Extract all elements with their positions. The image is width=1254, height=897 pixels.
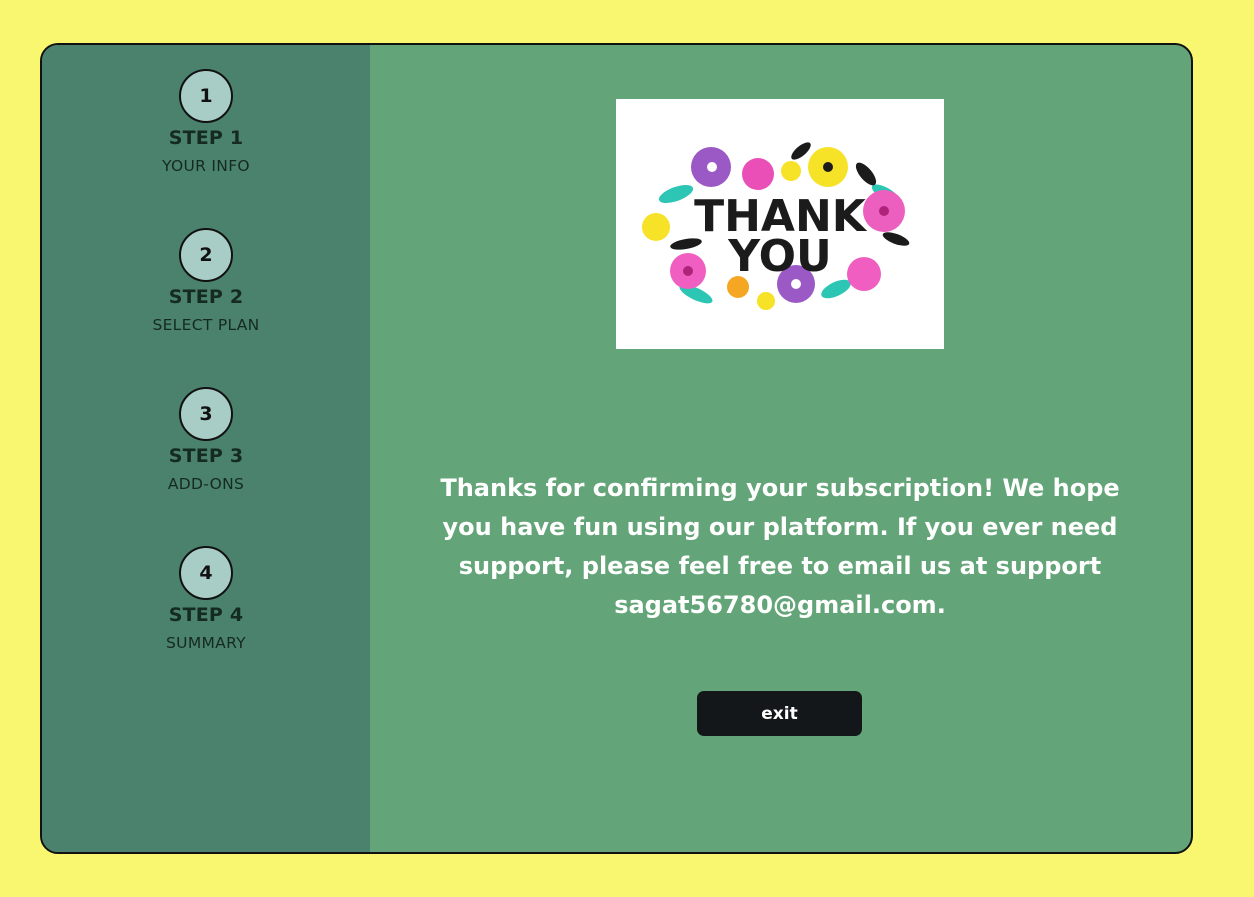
step-1: 1 STEP 1 YOUR INFO	[42, 69, 370, 175]
step-4-title: STEP 4	[168, 604, 244, 626]
steps-sidebar: 1 STEP 1 YOUR INFO 2 STEP 2 SELECT PLAN …	[42, 45, 370, 852]
confirmation-message: Thanks for confirming your subscription!…	[440, 474, 1120, 619]
step-1-circle: 1	[179, 69, 233, 123]
step-3-circle: 3	[179, 387, 233, 441]
step-2: 2 STEP 2 SELECT PLAN	[42, 228, 370, 334]
step-2-title: STEP 2	[168, 286, 244, 308]
step-3-title: STEP 3	[168, 445, 244, 467]
exit-button[interactable]: exit	[697, 691, 862, 736]
step-4-subtitle: SUMMARY	[166, 634, 246, 652]
step-1-subtitle: YOUR INFO	[162, 157, 250, 175]
step-1-title: STEP 1	[168, 127, 244, 149]
step-4-circle: 4	[179, 546, 233, 600]
step-4: 4 STEP 4 SUMMARY	[42, 546, 370, 652]
step-3: 3 STEP 3 ADD-ONS	[42, 387, 370, 493]
image-lettering-you: YOU	[727, 231, 831, 282]
main-panel: THANK YOU Thanks for confirming your sub…	[370, 45, 1191, 852]
step-3-subtitle: ADD-ONS	[167, 475, 245, 493]
step-2-circle: 2	[179, 228, 233, 282]
step-2-subtitle: SELECT PLAN	[152, 316, 260, 334]
confirmation-card: 1 STEP 1 YOUR INFO 2 STEP 2 SELECT PLAN …	[40, 43, 1193, 854]
thank-you-image: THANK YOU	[616, 99, 944, 349]
